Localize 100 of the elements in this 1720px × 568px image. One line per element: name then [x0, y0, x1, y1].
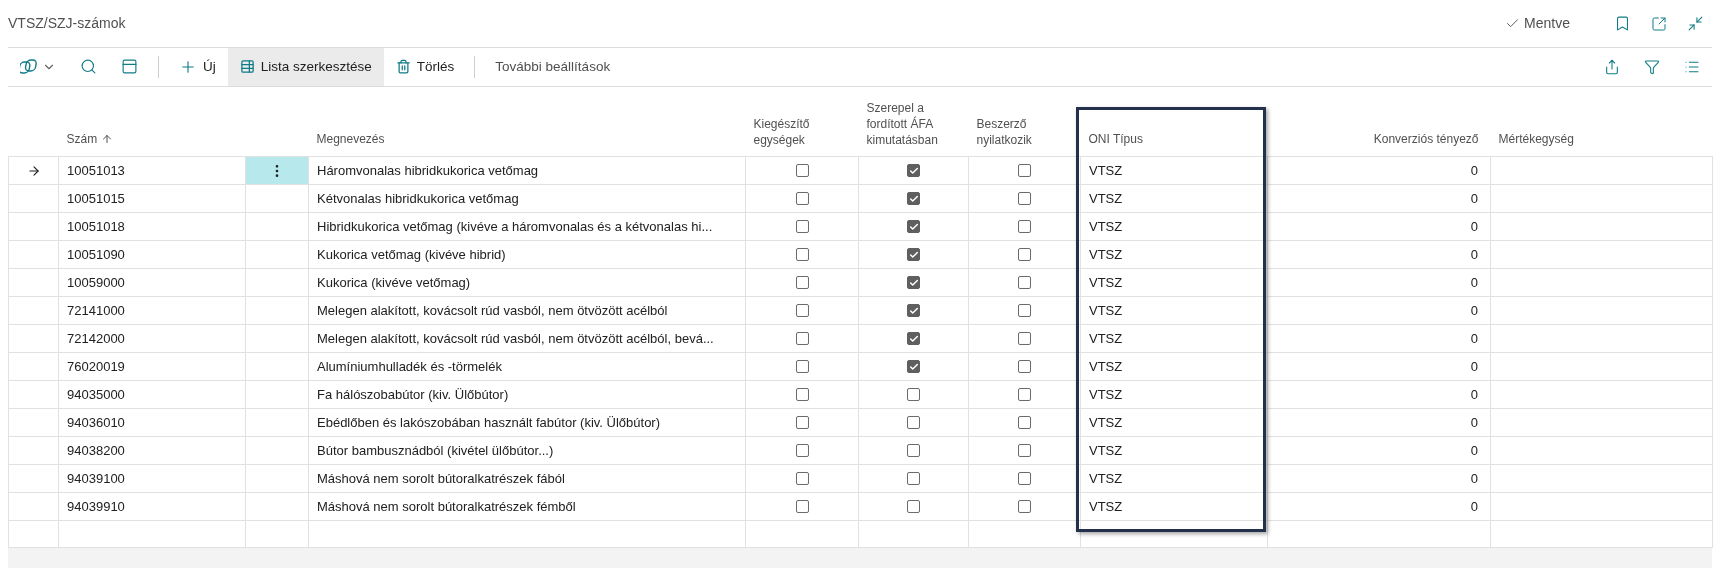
- checkbox[interactable]: [907, 416, 920, 429]
- sort-arrow-icon: [101, 133, 114, 145]
- checkbox[interactable]: [907, 444, 920, 457]
- column-header[interactable]: ONI Típus: [1088, 131, 1143, 147]
- checkbox[interactable]: [795, 332, 809, 345]
- table-cell: Hibridkukorica vetőmag (kivéve a háromvonalas és a kétvonalas hi...: [317, 218, 713, 234]
- checkbox[interactable]: [1018, 192, 1031, 205]
- checkbox[interactable]: [907, 276, 920, 289]
- checkbox[interactable]: [795, 472, 809, 485]
- checkbox[interactable]: [1018, 500, 1031, 513]
- checkbox[interactable]: [795, 164, 809, 177]
- row-selector-cell[interactable]: [245, 212, 309, 241]
- column-header[interactable]: Szám: [66, 131, 114, 147]
- row-selector-cell[interactable]: [245, 156, 309, 185]
- checkbox[interactable]: [1018, 220, 1031, 233]
- checkbox[interactable]: [1018, 416, 1031, 429]
- row-selector-cell[interactable]: [245, 268, 309, 297]
- filter-button[interactable]: [1644, 58, 1660, 75]
- checkbox[interactable]: [795, 444, 809, 457]
- collapse-button[interactable]: [1687, 15, 1704, 33]
- row-selector-cell[interactable]: [245, 352, 309, 381]
- row-selector-cell[interactable]: [245, 464, 309, 493]
- table-cell: VTSZ: [1089, 414, 1123, 430]
- checkbox[interactable]: [795, 388, 809, 401]
- toolbar-button[interactable]: Törlés: [383, 48, 467, 86]
- checkbox[interactable]: [907, 192, 920, 205]
- table-cell: 72142000: [67, 330, 125, 346]
- row-selector-cell[interactable]: [245, 296, 309, 325]
- table-cell: Melegen alakított, kovácsolt rúd vasból, nem ötvözött acélból, bevá...: [317, 330, 714, 346]
- row-selector-cell[interactable]: [245, 184, 309, 213]
- trash-icon: [395, 59, 411, 75]
- table-cell: Bútor bambusznádból (kivétel ülőbútor...): [317, 442, 554, 458]
- table-cell: Háromvonalas hibridkukorica vetőmag: [317, 162, 539, 178]
- toolbar-button[interactable]: Új: [167, 48, 228, 86]
- checkbox[interactable]: [1018, 304, 1031, 317]
- row-selector-cell[interactable]: [245, 492, 309, 521]
- table-cell: 72141000: [67, 302, 125, 318]
- row-selector-cell[interactable]: [245, 324, 309, 353]
- checkbox[interactable]: [907, 220, 920, 233]
- checkbox[interactable]: [907, 248, 920, 261]
- checkbox[interactable]: [1018, 360, 1031, 373]
- table-cell: Ebédlőben és lakószobában használt fabútor (kiv. Ülőbútor): [317, 414, 661, 430]
- table-cell: 10051015: [67, 190, 125, 206]
- row-selector-cell[interactable]: [245, 240, 309, 269]
- table-cell: VTSZ: [1089, 218, 1123, 234]
- checkbox[interactable]: [795, 304, 809, 317]
- row-selector-cell[interactable]: [245, 436, 309, 465]
- page-title: VTSZ/SZJ-számok: [8, 14, 126, 34]
- row-selector-cell[interactable]: [245, 408, 309, 437]
- search-icon: [80, 58, 97, 76]
- table-cell: 0: [1470, 330, 1478, 346]
- table-cell: 0: [1470, 274, 1478, 290]
- table-cell: VTSZ: [1089, 302, 1123, 318]
- table-cell: VTSZ: [1089, 274, 1123, 290]
- table-cell: 0: [1470, 498, 1478, 514]
- checkbox[interactable]: [907, 332, 920, 345]
- table-cell: 0: [1470, 246, 1478, 262]
- pop-out-button[interactable]: [1651, 15, 1667, 32]
- checkbox[interactable]: [1018, 388, 1031, 401]
- checkbox[interactable]: [1018, 164, 1031, 177]
- column-header[interactable]: Beszerző nyilatkozik: [976, 116, 1077, 148]
- checkbox[interactable]: [1018, 332, 1031, 345]
- checkbox[interactable]: [795, 248, 809, 261]
- checkbox[interactable]: [795, 192, 809, 205]
- checkbox[interactable]: [907, 360, 920, 373]
- table-edit-icon: [239, 59, 255, 75]
- checkbox[interactable]: [795, 500, 809, 513]
- table-cell: 0: [1470, 414, 1478, 430]
- column-header[interactable]: Mértékegység: [1498, 131, 1574, 147]
- checkbox[interactable]: [795, 416, 809, 429]
- bookmark-button[interactable]: [1614, 15, 1631, 33]
- checkbox[interactable]: [795, 220, 809, 233]
- more-options-button[interactable]: További beállítások: [483, 56, 623, 77]
- column-header[interactable]: Megnevezés: [316, 131, 385, 147]
- table-cell: Kétvonalas hibridkukorica vetőmag: [317, 190, 519, 206]
- checkbox[interactable]: [795, 276, 809, 289]
- column-header[interactable]: Szerepel a fordított ÁFA kimutatásban: [866, 100, 967, 148]
- share-button[interactable]: [1604, 58, 1620, 75]
- checkbox[interactable]: [907, 472, 920, 485]
- row-selector-cell[interactable]: [245, 380, 309, 409]
- table-cell: Kukorica (kivéve vetőmag): [317, 274, 471, 290]
- column-header[interactable]: Konverziós tényező: [1373, 131, 1479, 147]
- table-cell: VTSZ: [1089, 470, 1123, 486]
- column-header[interactable]: Kiegészítő egységek: [753, 116, 854, 148]
- checkbox[interactable]: [907, 164, 920, 177]
- table-cell: VTSZ: [1089, 442, 1123, 458]
- checkbox[interactable]: [795, 360, 809, 373]
- table-cell: 0: [1470, 302, 1478, 318]
- checkbox[interactable]: [1018, 444, 1031, 457]
- checkbox[interactable]: [907, 304, 920, 317]
- toolbar-button[interactable]: Lista szerkesztése: [227, 48, 384, 86]
- table-cell: 94036010: [67, 414, 125, 430]
- table-cell: 94038200: [67, 442, 125, 458]
- checkbox[interactable]: [907, 500, 920, 513]
- table-cell: 94035000: [67, 386, 125, 402]
- table-cell: 0: [1470, 218, 1478, 234]
- checkbox[interactable]: [1018, 248, 1031, 261]
- checkbox[interactable]: [1018, 276, 1031, 289]
- checkbox[interactable]: [1018, 472, 1031, 485]
- checkbox[interactable]: [907, 388, 920, 401]
